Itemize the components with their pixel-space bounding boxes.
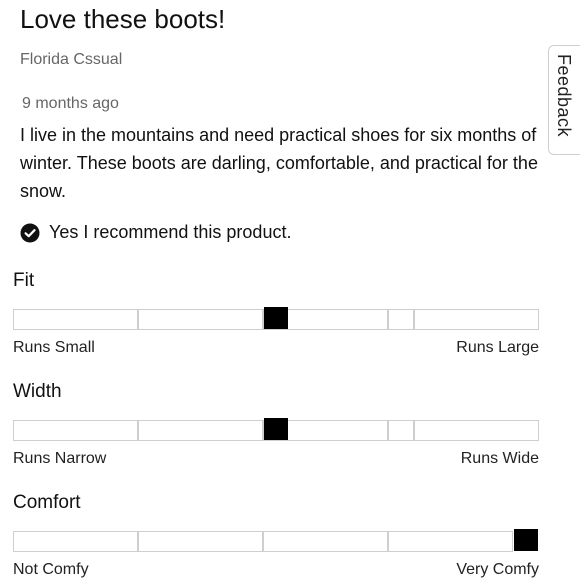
width-marker [264,418,288,440]
fit-segment [414,309,539,330]
comfort-left-label: Not Comfy [13,561,89,578]
review-title: Love these boots! [20,4,226,34]
fit-marker [264,307,288,329]
review-body: I live in the mountains and need practic… [20,125,538,201]
fit-segment [13,309,138,330]
fit-scale [13,307,539,330]
recommend-text: Yes I recommend this product. [49,222,292,242]
comfort-right-label: Very Comfy [456,561,539,578]
comfort-segment [138,531,263,552]
comfort-title: Comfort [13,492,81,513]
width-segment [138,420,263,441]
comfort-segment [13,531,138,552]
width-segment [414,420,539,441]
fit-segment [138,309,263,330]
comfort-segment [263,531,388,552]
width-right-label: Runs Wide [460,450,539,467]
fit-right-label: Runs Large [456,339,539,356]
check-circle-icon [20,223,40,242]
comfort-scale [13,529,539,552]
review-author: Florida Cssual [20,51,123,68]
width-title: Width [13,381,62,402]
width-segment [388,420,414,441]
comfort-segment [388,531,513,552]
feedback-tab-label: Feedback [554,54,574,138]
fit-segment [388,309,414,330]
width-left-label: Runs Narrow [13,450,107,467]
fit-left-label: Runs Small [13,339,95,356]
fit-title: Fit [13,270,35,291]
comfort-marker [514,529,538,551]
recommend-row: Yes I recommend this product. [20,222,291,243]
width-scale [13,418,539,441]
width-segment [13,420,138,441]
feedback-tab[interactable]: Feedback [548,45,580,155]
review-date: 9 months ago [22,95,119,112]
